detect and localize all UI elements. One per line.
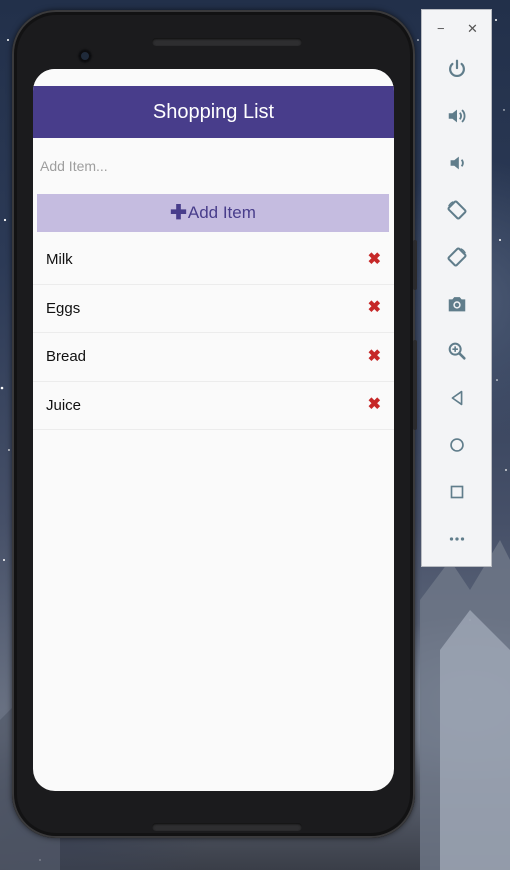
emulator-toolbar: − ✕ <box>421 9 492 567</box>
list-item-text: Juice <box>46 396 82 414</box>
list-item[interactable]: Bread ✖ <box>33 333 394 382</box>
delete-icon[interactable]: ✖ <box>368 397 381 413</box>
bottom-speaker <box>152 823 302 831</box>
list-item-text: Eggs <box>46 299 81 317</box>
list-item-text: Milk <box>46 251 73 269</box>
app-header: Shopping List <box>33 86 394 138</box>
add-item-button[interactable]: ✚ Add Item <box>37 194 389 232</box>
front-camera <box>79 50 91 62</box>
add-item-row <box>33 138 394 194</box>
rotate-left-icon[interactable] <box>444 197 470 223</box>
minimize-icon[interactable]: − <box>437 22 445 35</box>
zoom-icon[interactable] <box>444 338 470 364</box>
top-speaker <box>152 38 302 46</box>
rotate-right-icon[interactable] <box>444 244 470 270</box>
add-item-button-label: Add Item <box>187 203 256 222</box>
back-icon[interactable] <box>444 385 470 411</box>
power-side-button <box>413 240 417 290</box>
overview-icon[interactable] <box>444 479 470 505</box>
plus-icon: ✚ <box>170 202 187 224</box>
volume-down-icon[interactable] <box>444 150 470 176</box>
shopping-list: Milk ✖ Eggs ✖ Bread ✖ Juice ✖ <box>33 236 394 430</box>
list-item[interactable]: Juice ✖ <box>33 382 394 430</box>
more-icon[interactable] <box>444 526 470 552</box>
status-bar <box>33 69 394 86</box>
camera-icon[interactable] <box>444 291 470 317</box>
add-item-input[interactable] <box>40 151 380 181</box>
delete-icon[interactable]: ✖ <box>368 348 381 365</box>
volume-up-icon[interactable] <box>444 103 470 129</box>
list-item[interactable]: Milk ✖ <box>33 236 394 285</box>
list-item-text: Bread <box>46 348 87 366</box>
power-icon[interactable] <box>444 56 470 82</box>
emulator-window-controls: − ✕ <box>422 10 491 52</box>
home-icon[interactable] <box>444 432 470 458</box>
close-icon[interactable]: ✕ <box>467 22 478 35</box>
delete-icon[interactable]: ✖ <box>368 251 381 268</box>
volume-side-button <box>413 340 417 430</box>
list-item[interactable]: Eggs ✖ <box>33 285 394 333</box>
app-title: Shopping List <box>152 100 275 123</box>
phone-screen: Shopping List ✚Add Item Milk ✖ Eggs ✖ Br… <box>33 69 394 791</box>
delete-icon[interactable]: ✖ <box>368 300 381 316</box>
